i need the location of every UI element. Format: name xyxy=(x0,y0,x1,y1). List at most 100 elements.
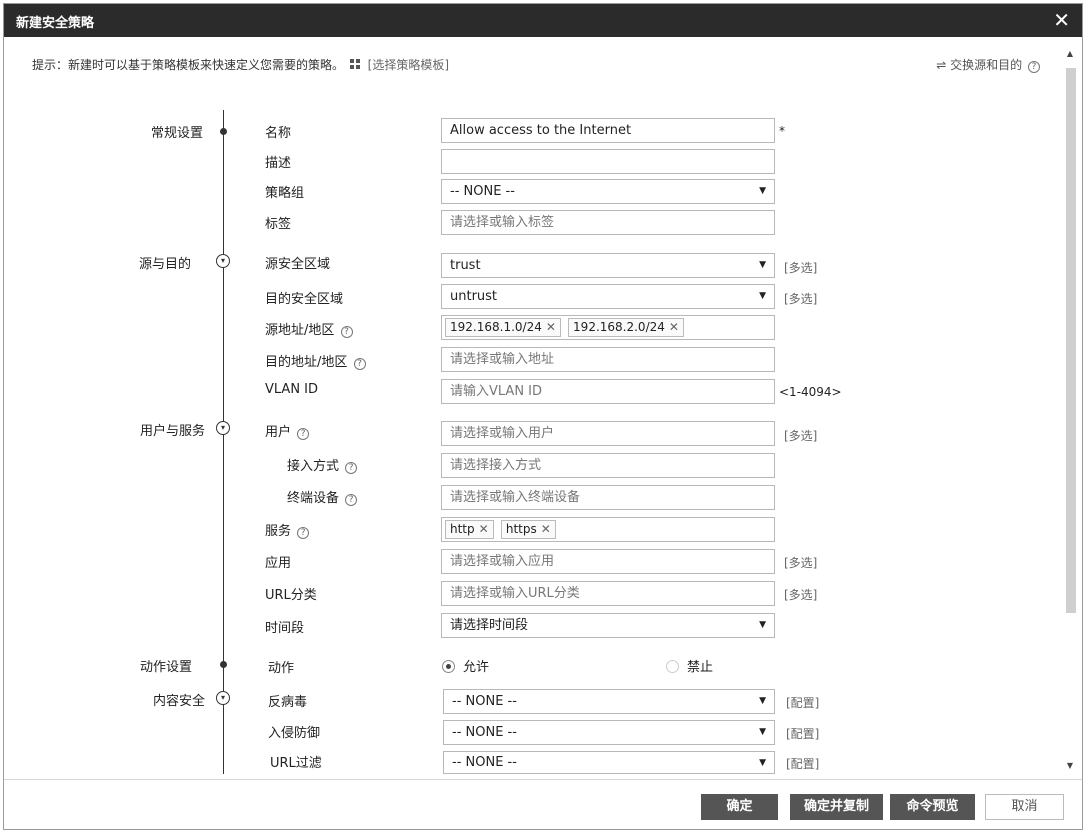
user-multi-link[interactable]: [多选] xyxy=(784,427,817,444)
service-input[interactable]: http ✕ https ✕ xyxy=(441,517,775,542)
ips-value: -- NONE -- xyxy=(452,725,517,740)
select-template-link[interactable]: [选择策略模板] xyxy=(368,58,449,72)
app-input-control[interactable] xyxy=(450,550,774,573)
url-filter-config-link[interactable]: [配置] xyxy=(786,755,819,772)
src-zone-value: trust xyxy=(450,258,481,273)
section-user-service: 用户与服务 xyxy=(140,424,206,439)
app-label: 应用 xyxy=(265,556,292,571)
help-icon[interactable]: ? xyxy=(340,326,353,338)
scroll-down-icon[interactable]: ▼ xyxy=(1064,760,1076,772)
radio-unchecked-icon xyxy=(666,660,679,673)
dst-addr-input-control[interactable] xyxy=(450,348,774,371)
chip-close-icon[interactable]: ✕ xyxy=(546,320,556,334)
new-security-policy-dialog: 新建安全策略 ✕ 提示：新建时可以基于策略模板来快速定义您需要的策略。 [选择策… xyxy=(3,3,1083,830)
chip-close-icon[interactable]: ✕ xyxy=(541,522,551,536)
service-chip: http ✕ xyxy=(445,520,494,539)
policy-group-select[interactable]: -- NONE -- ▼ xyxy=(441,179,775,204)
footer-divider xyxy=(4,779,1082,780)
section-action: 动作设置 xyxy=(140,660,193,675)
dst-addr-input[interactable] xyxy=(441,347,775,372)
service-chip-text: http xyxy=(450,522,475,536)
dst-zone-label: 目的安全区域 xyxy=(265,292,344,307)
desc-input-control[interactable] xyxy=(450,150,774,173)
app-input[interactable] xyxy=(441,549,775,574)
action-allow-radio[interactable]: 允许 xyxy=(442,656,489,675)
help-icon[interactable]: ? xyxy=(297,527,310,539)
src-addr-chip-text: 192.168.2.0/24 xyxy=(573,320,665,334)
name-label: 名称 xyxy=(265,126,292,141)
cancel-button[interactable]: 取消 xyxy=(985,794,1064,820)
src-dst-collapse-icon[interactable]: ▾ xyxy=(216,254,230,268)
user-label-text: 用户 xyxy=(265,425,292,440)
vlan-label: VLAN ID xyxy=(265,382,319,397)
src-addr-label: 源地址/地区 ? xyxy=(265,319,353,338)
vlan-input[interactable] xyxy=(441,379,775,404)
tag-input-control[interactable] xyxy=(450,211,774,234)
service-label: 服务 ? xyxy=(265,520,310,539)
action-deny-label: 禁止 xyxy=(687,660,714,675)
src-addr-input[interactable]: 192.168.1.0/24 ✕ 192.168.2.0/24 ✕ xyxy=(441,315,775,340)
vlan-input-control[interactable] xyxy=(450,380,774,403)
section-content-security: 内容安全 xyxy=(153,694,206,709)
src-zone-multi-link[interactable]: [多选] xyxy=(784,259,817,276)
user-input[interactable] xyxy=(441,421,775,446)
name-input-control[interactable] xyxy=(450,119,774,142)
chip-close-icon[interactable]: ✕ xyxy=(669,320,679,334)
close-icon[interactable]: ✕ xyxy=(1053,8,1070,32)
policy-group-label: 策略组 xyxy=(265,186,305,201)
action-label: 动作 xyxy=(268,661,295,676)
user-input-control[interactable] xyxy=(450,422,774,445)
terminal-input[interactable] xyxy=(441,485,775,510)
command-preview-button[interactable]: 命令预览 xyxy=(890,794,975,820)
url-filter-value: -- NONE -- xyxy=(452,755,517,770)
terminal-label-text: 终端设备 xyxy=(287,491,340,506)
vlan-range-hint: <1-4094> xyxy=(779,385,842,399)
action-allow-label: 允许 xyxy=(463,660,490,675)
app-multi-link[interactable]: [多选] xyxy=(784,554,817,571)
dst-zone-multi-link[interactable]: [多选] xyxy=(784,290,817,307)
chevron-down-icon: ▼ xyxy=(759,291,766,301)
action-deny-radio[interactable]: 禁止 xyxy=(666,656,713,675)
access-mode-input-control[interactable] xyxy=(450,454,774,477)
ok-button[interactable]: 确定 xyxy=(701,794,778,820)
url-category-input[interactable] xyxy=(441,581,775,606)
src-zone-select[interactable]: trust ▼ xyxy=(441,253,775,278)
url-category-label: URL分类 xyxy=(265,588,317,603)
terminal-input-control[interactable] xyxy=(450,486,774,509)
url-category-multi-link[interactable]: [多选] xyxy=(784,586,817,603)
template-grid-icon xyxy=(349,59,361,70)
url-category-input-control[interactable] xyxy=(450,582,774,605)
antivirus-label: 反病毒 xyxy=(268,695,308,710)
ips-select[interactable]: -- NONE -- ▼ xyxy=(443,720,775,745)
help-icon[interactable]: ? xyxy=(345,462,358,474)
user-service-collapse-icon[interactable]: ▾ xyxy=(216,421,230,435)
content-security-collapse-icon[interactable]: ▾ xyxy=(216,691,230,705)
src-zone-label: 源安全区域 xyxy=(265,257,331,272)
swap-src-dst-link[interactable]: ⇌ 交换源和目的 ? xyxy=(936,56,1040,73)
ips-config-link[interactable]: [配置] xyxy=(786,725,819,742)
vertical-scrollbar[interactable]: ▲ ▼ xyxy=(1064,48,1076,772)
scroll-up-icon[interactable]: ▲ xyxy=(1064,48,1076,60)
chip-close-icon[interactable]: ✕ xyxy=(479,522,489,536)
swap-arrows-icon: ⇌ xyxy=(936,58,947,72)
ok-and-copy-button[interactable]: 确定并复制 xyxy=(790,794,883,820)
desc-input[interactable] xyxy=(441,149,775,174)
help-icon[interactable]: ? xyxy=(1028,61,1040,73)
access-mode-input[interactable] xyxy=(441,453,775,478)
time-range-label: 时间段 xyxy=(265,621,305,636)
hint-text: 提示：新建时可以基于策略模板来快速定义您需要的策略。 xyxy=(32,58,345,72)
antivirus-config-link[interactable]: [配置] xyxy=(786,694,819,711)
section-general: 常规设置 xyxy=(151,126,204,141)
service-chip: https ✕ xyxy=(500,520,556,539)
antivirus-select[interactable]: -- NONE -- ▼ xyxy=(443,689,775,714)
dst-zone-select[interactable]: untrust ▼ xyxy=(441,284,775,309)
src-addr-chip: 192.168.2.0/24 ✕ xyxy=(568,318,684,337)
name-input[interactable] xyxy=(441,118,775,143)
help-icon[interactable]: ? xyxy=(353,358,366,370)
scrollbar-thumb[interactable] xyxy=(1066,68,1076,613)
help-icon[interactable]: ? xyxy=(297,428,310,440)
tag-input[interactable] xyxy=(441,210,775,235)
help-icon[interactable]: ? xyxy=(345,494,358,506)
time-range-select[interactable]: 请选择时间段 ▼ xyxy=(441,613,775,638)
url-filter-select[interactable]: -- NONE -- ▼ xyxy=(443,751,775,774)
